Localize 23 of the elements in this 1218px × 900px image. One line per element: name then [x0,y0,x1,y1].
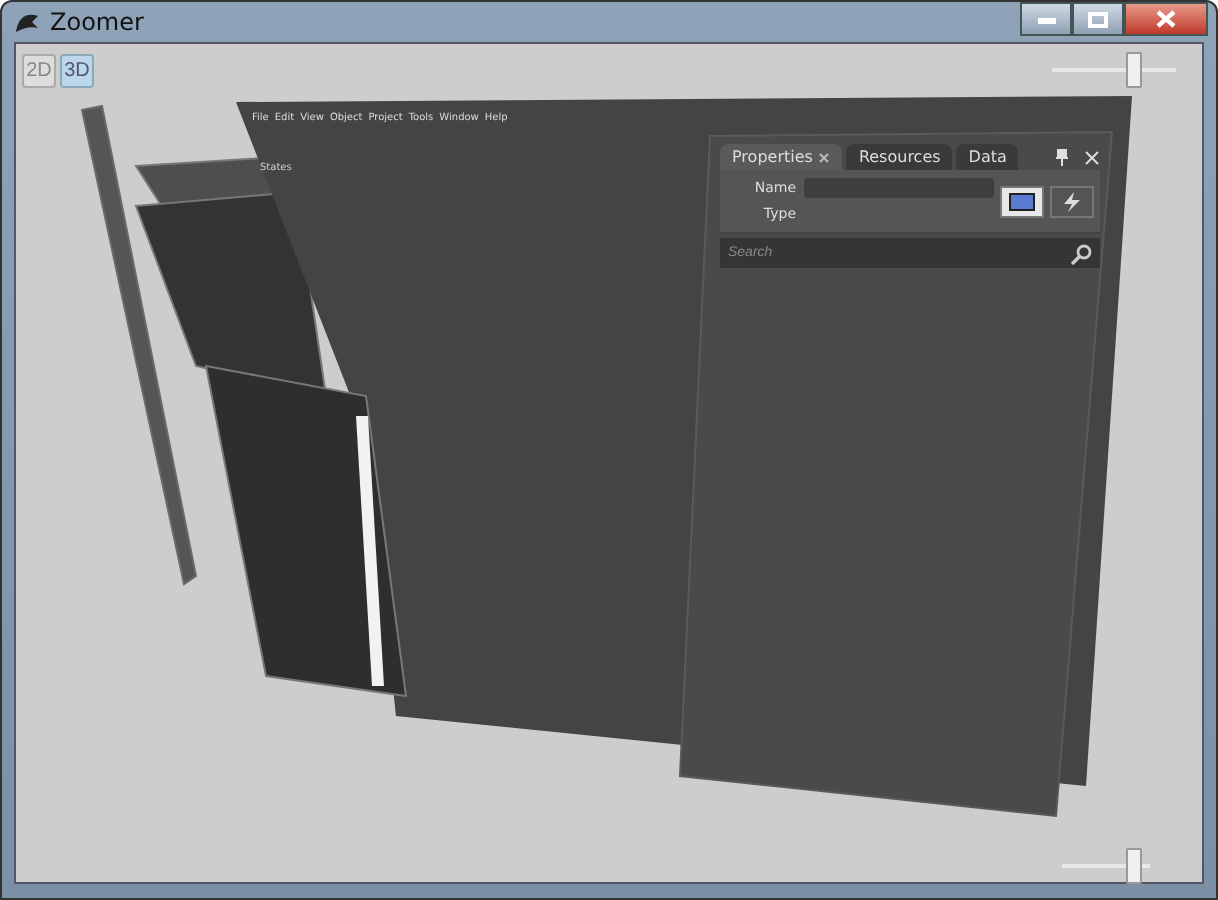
close-icon[interactable] [818,151,831,163]
lightning-icon [1058,191,1086,211]
maximize-button[interactable] [1072,2,1124,36]
events-button[interactable] [1050,185,1094,217]
search-icon [1070,244,1092,266]
slider-thumb[interactable] [1126,52,1143,88]
panel-tab[interactable]: Properties [720,144,843,170]
close-icon[interactable] [1084,149,1100,165]
view-toggle-button[interactable] [1000,185,1044,217]
properties-icon [1008,191,1036,211]
pin-icon[interactable] [1054,148,1070,166]
close-button[interactable] [1124,2,1208,36]
panel-tab[interactable]: Resources [846,144,953,170]
view-mode-toggle[interactable]: 3D [60,53,94,87]
panel-tab[interactable]: Data [956,144,1019,170]
maximize-icon [1088,11,1108,27]
slider-thumb[interactable] [1126,848,1143,884]
zoom-slider[interactable] [1052,52,1176,88]
minimize-icon [1037,15,1055,23]
window-title: Zoomer [50,8,144,36]
close-icon [1156,10,1176,28]
minimize-button[interactable] [1020,2,1072,36]
zoom-slider[interactable] [1062,848,1150,884]
